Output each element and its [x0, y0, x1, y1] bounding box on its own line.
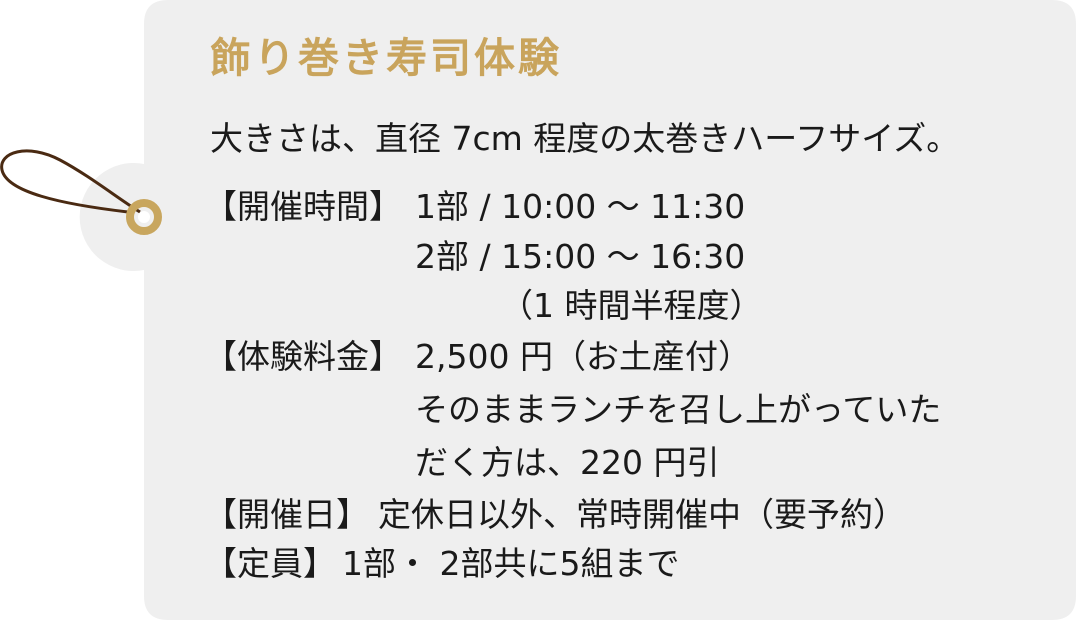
dates-label: 【開催日】: [204, 495, 369, 534]
fee-price: 2,500 円（お土産付）: [415, 337, 751, 376]
capacity-label: 【定員】: [204, 544, 336, 583]
eyelet-hole-icon: [138, 211, 150, 223]
schedule-duration: （1 時間半程度）: [500, 286, 763, 325]
schedule-session2: 2部 / 15:00 〜 16:30: [415, 237, 746, 276]
size-description: 大きさは、直径 7cm 程度の太巻きハーフサイズ。: [210, 119, 960, 158]
fee-note-line1: そのままランチを召し上がっていた: [415, 390, 942, 429]
card-title: 飾り巻き寿司体験: [210, 34, 562, 82]
dates-value: 定休日以外、常時開催中（要予約）: [378, 495, 906, 534]
fee-label: 【体験料金】: [204, 337, 402, 376]
schedule-session1: 1部 / 10:00 〜 11:30: [415, 187, 746, 226]
capacity-value: 1部・ 2部共に5組まで: [342, 544, 680, 583]
fee-note-line2: だく方は、220 円引: [415, 443, 720, 482]
schedule-label: 【開催時間】: [204, 187, 402, 226]
